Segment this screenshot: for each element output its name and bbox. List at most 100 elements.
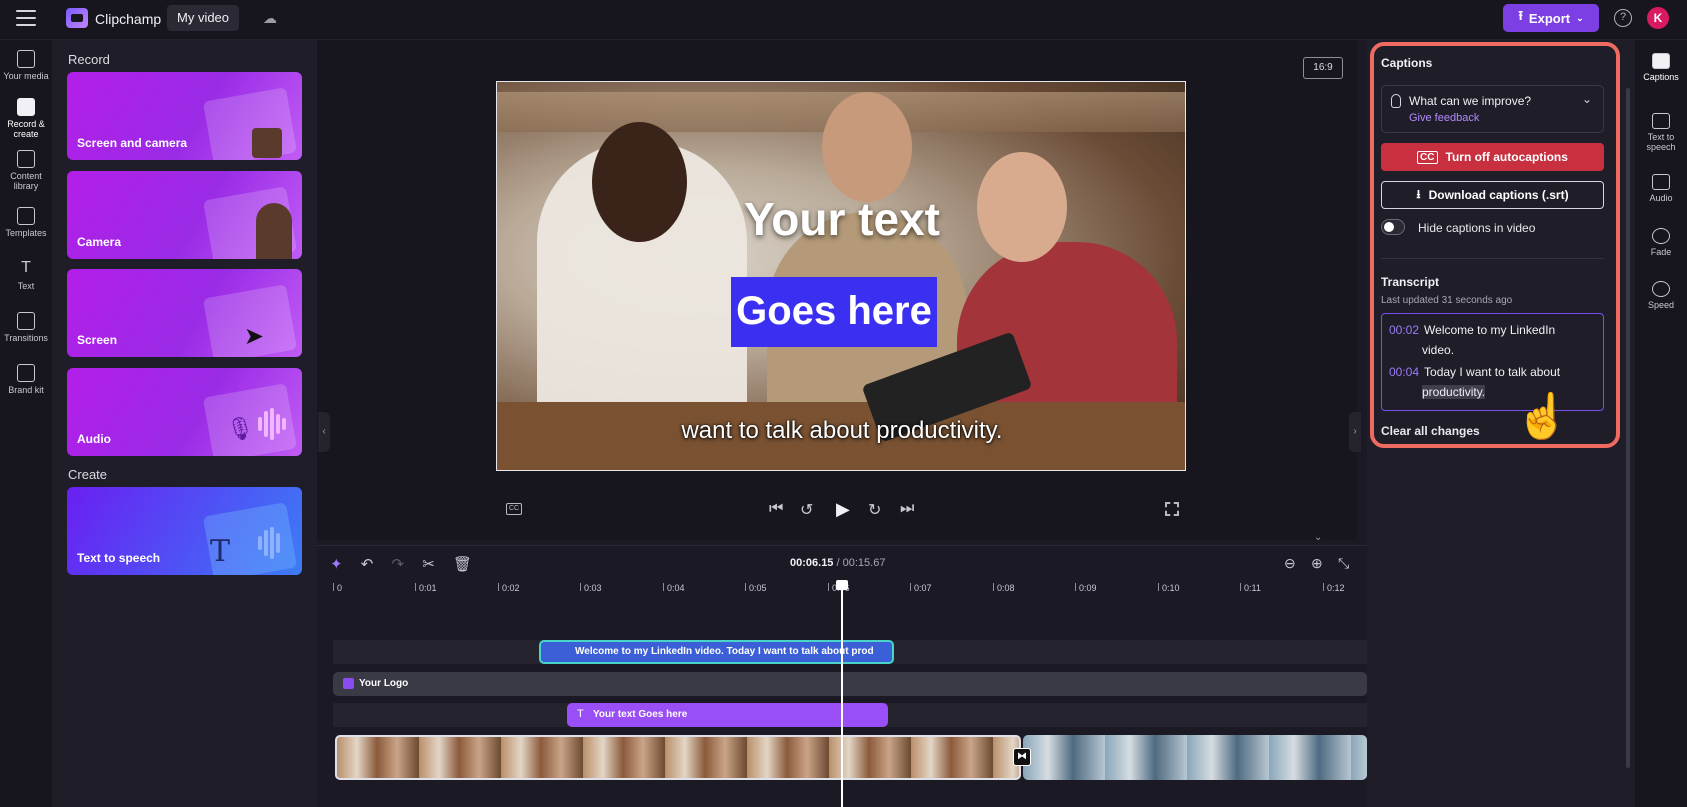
text-t-icon: T bbox=[577, 708, 584, 720]
text-to-speech-icon bbox=[1652, 113, 1670, 129]
waveform-icon bbox=[258, 527, 292, 561]
record-section-title: Record bbox=[68, 52, 110, 67]
menu-icon[interactable] bbox=[16, 10, 36, 28]
panel-scrollbar[interactable] bbox=[1626, 88, 1630, 768]
microphone-icon: 🎙 bbox=[226, 416, 254, 441]
zoom-in-icon[interactable]: ⊕ bbox=[1311, 555, 1323, 572]
video-clip-1[interactable] bbox=[335, 735, 1021, 780]
avatar[interactable]: K bbox=[1647, 7, 1669, 29]
nav-record-create[interactable]: Record & create bbox=[0, 98, 52, 139]
zoom-out-icon[interactable]: ⊖ bbox=[1284, 555, 1296, 572]
nav-brand-kit[interactable]: Brand kit bbox=[0, 364, 52, 395]
create-section-title: Create bbox=[68, 467, 108, 482]
text-t-icon: T bbox=[209, 534, 230, 569]
screen-and-camera-card[interactable]: Screen and camera bbox=[67, 72, 302, 160]
text-clip-text: Your text Goes here bbox=[593, 709, 688, 720]
export-button[interactable]: ⭱ Export ⌄ bbox=[1503, 4, 1599, 32]
captions-icon bbox=[1652, 53, 1670, 69]
fade-icon bbox=[1652, 228, 1670, 244]
project-name-field[interactable]: My video bbox=[167, 5, 240, 31]
delete-icon[interactable]: 🗑 bbox=[453, 556, 472, 573]
nav-text[interactable]: T Text bbox=[0, 260, 52, 292]
total-time: / 00:15.67 bbox=[836, 557, 886, 569]
cloud-off-icon[interactable]: ☁ bbox=[263, 10, 283, 28]
ruler-tick: 0:12 bbox=[1323, 583, 1345, 593]
play-icon[interactable]: ▶ bbox=[836, 499, 850, 520]
clipchamp-logo-icon bbox=[66, 8, 88, 28]
magic-icon[interactable]: ✦ bbox=[330, 556, 343, 573]
screen-card[interactable]: ➤ Screen bbox=[67, 269, 302, 357]
help-icon[interactable]: ? bbox=[1614, 9, 1632, 27]
ruler-tick: 0:10 bbox=[1158, 583, 1180, 593]
overlay-highlight-text[interactable]: Goes here bbox=[731, 277, 937, 347]
collapse-preview-icon[interactable]: ⌄ bbox=[1314, 532, 1322, 543]
nav-label: Speed bbox=[1647, 300, 1675, 310]
split-icon[interactable]: ✂ bbox=[422, 556, 435, 573]
transitions-icon bbox=[17, 312, 35, 330]
highlight-outline bbox=[1370, 42, 1620, 448]
collapse-right-panel-button[interactable]: › bbox=[1349, 412, 1361, 452]
ruler-tick: 0:02 bbox=[498, 583, 520, 593]
nav-label: Fade bbox=[1650, 247, 1672, 257]
nav-templates[interactable]: Templates bbox=[0, 207, 52, 238]
brand-kit-icon bbox=[17, 364, 35, 382]
video-camera-icon bbox=[17, 98, 35, 116]
ruler-tick: 0:11 bbox=[1240, 583, 1261, 593]
rnav-text-to-speech[interactable]: Text to speech bbox=[1635, 113, 1687, 152]
camera-card[interactable]: Camera bbox=[67, 171, 302, 259]
transition-icon[interactable]: ⧓ bbox=[1013, 748, 1031, 766]
skip-back-icon[interactable]: ⏮ bbox=[769, 500, 783, 518]
aspect-ratio-button[interactable]: 16:9 bbox=[1303, 57, 1343, 79]
nav-label: Captions bbox=[1643, 72, 1679, 82]
ruler-tick: 0:05 bbox=[745, 583, 767, 593]
rnav-speed[interactable]: Speed bbox=[1635, 281, 1687, 310]
logo-clip[interactable]: Your Logo bbox=[333, 672, 1367, 696]
rnav-captions[interactable]: Captions bbox=[1635, 53, 1687, 82]
logo-clip-text: Your Logo bbox=[359, 678, 409, 689]
ruler-tick: 0:01 bbox=[415, 583, 437, 593]
undo-icon[interactable]: ↶ bbox=[361, 556, 374, 573]
rnav-fade[interactable]: Fade bbox=[1635, 228, 1687, 257]
video-preview[interactable]: Your text Goes here want to talk about p… bbox=[496, 81, 1186, 471]
ruler-tick: 0:04 bbox=[663, 583, 685, 593]
fullscreen-icon[interactable] bbox=[1165, 502, 1179, 516]
overlay-title-text[interactable]: Your text bbox=[497, 192, 1185, 246]
chevron-down-icon: ⌄ bbox=[1576, 12, 1584, 23]
collapse-left-panel-button[interactable]: ‹ bbox=[318, 412, 330, 452]
redo-icon[interactable]: ↷ bbox=[392, 556, 405, 573]
rewind-5s-icon[interactable]: ↺ bbox=[800, 500, 813, 520]
fit-timeline-icon[interactable]: ⤡ bbox=[1338, 555, 1349, 572]
audio-card[interactable]: 🎙 Audio bbox=[67, 368, 302, 456]
cursor-icon: ➤ bbox=[243, 323, 264, 350]
video-clip-2[interactable] bbox=[1023, 735, 1367, 780]
nav-content-library[interactable]: Content library bbox=[0, 150, 52, 191]
rnav-audio[interactable]: Audio bbox=[1635, 174, 1687, 203]
timecode: 00:06.15 / 00:15.67 bbox=[790, 557, 885, 569]
forward-5s-icon[interactable]: ↻ bbox=[868, 500, 881, 520]
screen-illustration bbox=[202, 87, 298, 160]
webcam-thumbnail bbox=[252, 128, 282, 158]
text-to-speech-card[interactable]: T Text to speech bbox=[67, 487, 302, 575]
timeline-toolbar: ✦ ↶ ↷ ✂ 🗑 bbox=[330, 555, 472, 573]
card-label: Screen and camera bbox=[77, 136, 188, 150]
card-label: Screen bbox=[77, 333, 118, 347]
ruler-tick: 0:03 bbox=[580, 583, 602, 593]
ruler-tick: 0:07 bbox=[910, 583, 932, 593]
nav-your-media[interactable]: Your media bbox=[0, 50, 52, 81]
nav-transitions[interactable]: Transitions bbox=[0, 312, 52, 343]
record-create-panel: Record Screen and camera Camera ➤ Screen… bbox=[52, 40, 317, 807]
nav-label: Text to speech bbox=[1646, 132, 1676, 152]
speedometer-icon bbox=[1652, 281, 1670, 297]
nav-label: Templates bbox=[5, 228, 47, 238]
nav-label: Brand kit bbox=[8, 385, 44, 395]
top-bar bbox=[0, 0, 1687, 40]
speaker-icon bbox=[1652, 174, 1670, 190]
ruler-tick: 0:09 bbox=[1075, 583, 1097, 593]
templates-icon bbox=[17, 207, 35, 225]
playhead[interactable] bbox=[841, 583, 843, 807]
text-clip[interactable]: Your text Goes here bbox=[567, 703, 888, 727]
left-nav: Your media Record & create Content libra… bbox=[0, 40, 52, 807]
skip-forward-icon[interactable]: ⏭ bbox=[900, 500, 914, 518]
video-caption: want to talk about productivity. bbox=[681, 417, 1003, 444]
captions-toggle-icon[interactable]: CC bbox=[506, 503, 522, 515]
